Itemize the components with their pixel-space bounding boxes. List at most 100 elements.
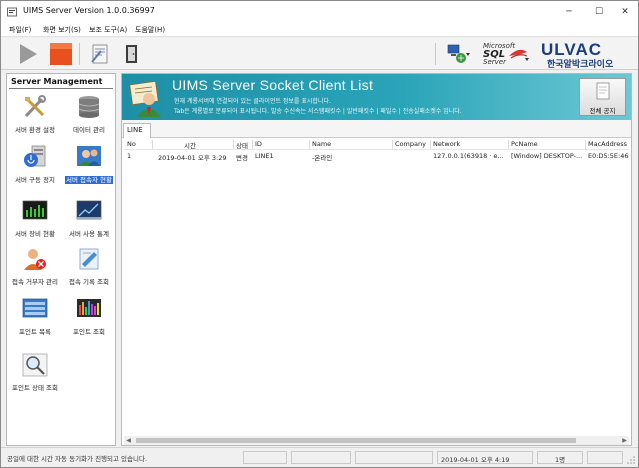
denied-user-icon: [24, 249, 46, 270]
table-cell: 127.0.0.1(63918 · e...: [433, 152, 504, 160]
sql-server-icon: [509, 49, 529, 61]
title-bar[interactable]: UIMS Server Version 1.0.0.36997 ─ ☐ ✕: [1, 1, 638, 23]
menu-view[interactable]: 화면 보기(S): [43, 25, 81, 35]
status-panel-empty: [243, 451, 287, 464]
broadcast-notice-button[interactable]: 전체 공지: [579, 78, 626, 116]
sidebar-divider: [9, 88, 113, 89]
stop-server-button[interactable]: [48, 41, 74, 67]
table-cell: -온라인: [312, 154, 333, 162]
menu-bar: 파일(F) 화면 보기(S) 보조 도구(A) 도움말(H): [1, 23, 638, 37]
sidebar-item-label: 포인트 목록: [19, 328, 51, 336]
sidebar-item-server-settings[interactable]: 서버 환경 설정: [7, 94, 63, 140]
sidebar-item-label: 데이터 관리: [73, 126, 105, 134]
page-title: UIMS Server Socket Client List: [172, 77, 374, 93]
sidebar-title: Server Management: [11, 77, 103, 86]
sidebar-item-denied-users[interactable]: 접속 거부자 관리: [7, 246, 63, 292]
table-header: No 시간 상태 ID Name Company Network PcName …: [124, 139, 629, 150]
sql-logo-line3: Server: [483, 58, 506, 66]
notice-button-label: 전체 공지: [589, 107, 616, 115]
column-header[interactable]: Company: [395, 140, 426, 148]
start-server-button[interactable]: [15, 41, 41, 67]
play-icon: [20, 44, 37, 64]
tab-strip: LINE: [122, 120, 631, 138]
scroll-right-icon[interactable]: ▶: [620, 436, 629, 445]
menu-file[interactable]: 파일(F): [9, 25, 31, 35]
status-user-count: 1명: [537, 451, 583, 464]
statistics-icon: [76, 200, 102, 220]
sql-server-button[interactable]: [507, 41, 531, 67]
sidebar-item-label: 포인트 상태 조회: [12, 384, 58, 392]
window-title: UIMS Server Version 1.0.0.36997: [23, 6, 155, 15]
table-cell: [Window] DESKTOP-...: [511, 152, 583, 160]
toolbar-separator: [435, 43, 436, 65]
brand-subtitle: 한국알박크라이오: [547, 60, 614, 70]
sidebar-item-label: 접속 거부자 관리: [12, 278, 58, 286]
app-window: UIMS Server Version 1.0.0.36997 ─ ☐ ✕ 파일…: [0, 0, 639, 468]
resize-grip-icon[interactable]: [627, 456, 636, 465]
status-panel-empty: [587, 451, 623, 464]
magnifier-icon: [22, 353, 48, 377]
sidebar-item-server-start-stop[interactable]: 서버 구동 정지: [7, 144, 63, 190]
close-button[interactable]: ✕: [610, 1, 638, 23]
equipment-monitor-icon: [22, 200, 48, 220]
table-cell: LINE1: [255, 152, 274, 160]
server-power-icon: [24, 145, 46, 167]
column-header[interactable]: 시간: [184, 140, 196, 150]
database-icon: [78, 96, 100, 118]
sidebar-item-connected-users[interactable]: 서버 접속자 현황: [61, 144, 117, 190]
sidebar-item-label: 서버 사용 통계: [68, 230, 109, 238]
table-row[interactable]: 1 2019-04-01 오후 3:29 변경 LINE1 -온라인 127.0…: [124, 152, 629, 162]
point-list-icon: [22, 298, 48, 318]
sidebar-item-label: 접속 기록 조회: [68, 278, 109, 286]
brand-logo: ULVAC 한국알박크라이오: [539, 40, 634, 70]
table-cell: 변경: [236, 154, 248, 162]
status-datetime: 2019-04-01 오후 4:19: [437, 451, 533, 464]
menu-tools[interactable]: 보조 도구(A): [89, 25, 127, 35]
banner-description: Tab은 계룡별로 분류되어 표시됩니다. 발송 수신속는 서스템패킷수 | 일…: [174, 108, 462, 115]
client-table: No 시간 상태 ID Name Company Network PcName …: [124, 139, 629, 437]
column-header[interactable]: PcName: [511, 140, 538, 148]
sidebar-item-point-status[interactable]: 포인트 상태 조회: [7, 352, 63, 398]
sidebar-item-point-list[interactable]: 포인트 목록: [7, 296, 63, 342]
sidebar-item-data-management[interactable]: 데이터 관리: [61, 94, 117, 140]
status-message: 공일에 대한 시간 자동 동기화가 진행되고 있습니다.: [7, 455, 148, 463]
toolbar: Microsoft SQL Server ULVAC 한국알박크라이오: [1, 38, 638, 70]
banner-description: 현재 계룡서버에 연결되어 있는 클라이언트 정보를 표시합니다.: [174, 98, 331, 105]
door-icon: [126, 45, 137, 63]
sidebar-item-usage-statistics[interactable]: 서버 사용 통계: [61, 198, 117, 244]
client-list-icon: [129, 80, 161, 117]
column-header[interactable]: MacAddress: [588, 140, 627, 148]
column-header[interactable]: Name: [312, 140, 331, 148]
table-cell: 2019-04-01 오후 3:29: [158, 154, 227, 162]
minimize-button[interactable]: ─: [554, 1, 584, 23]
column-header[interactable]: No: [127, 140, 136, 148]
config-button[interactable]: [87, 41, 113, 67]
users-icon: [77, 146, 101, 166]
sidebar-item-label: 서버 장비 현황: [14, 230, 55, 238]
scroll-left-icon[interactable]: ◀: [124, 436, 133, 445]
menu-help[interactable]: 도움말(H): [135, 25, 165, 35]
status-bar: 공일에 대한 시간 자동 동기화가 진행되고 있습니다. 2019-04-01 …: [1, 447, 638, 467]
page-banner: UIMS Server Socket Client List 현재 계룡서버에 …: [122, 74, 631, 120]
toolbar-separator: [79, 43, 80, 65]
table-cell: E0:D5:5E:46:2...: [588, 152, 629, 160]
sidebar-item-equipment-status[interactable]: 서버 장비 현황: [7, 198, 63, 244]
sidebar-item-access-history[interactable]: 접속 기록 조회: [61, 246, 117, 292]
network-button[interactable]: [445, 41, 471, 67]
scroll-thumb[interactable]: [136, 438, 576, 443]
sidebar-item-point-query[interactable]: 포인트 조회: [61, 296, 117, 342]
history-icon: [79, 248, 99, 270]
status-panel-empty: [291, 451, 351, 464]
horizontal-scrollbar[interactable]: ◀ ▶: [124, 436, 629, 445]
network-computer-icon: [447, 44, 470, 63]
column-header[interactable]: Network: [433, 140, 460, 148]
table-cell: 1: [127, 152, 132, 160]
tab-line[interactable]: LINE: [123, 123, 151, 138]
sidebar-item-label: 서버 접속자 현황: [65, 176, 113, 184]
sidebar-item-label: 서버 구동 정지: [14, 176, 55, 184]
column-header[interactable]: ID: [255, 140, 262, 148]
main-panel: UIMS Server Socket Client List 현재 계룡서버에 …: [121, 73, 632, 446]
sidebar-item-label: 포인트 조회: [73, 328, 105, 336]
exit-button[interactable]: [118, 41, 144, 67]
column-header[interactable]: 상태: [236, 140, 248, 150]
